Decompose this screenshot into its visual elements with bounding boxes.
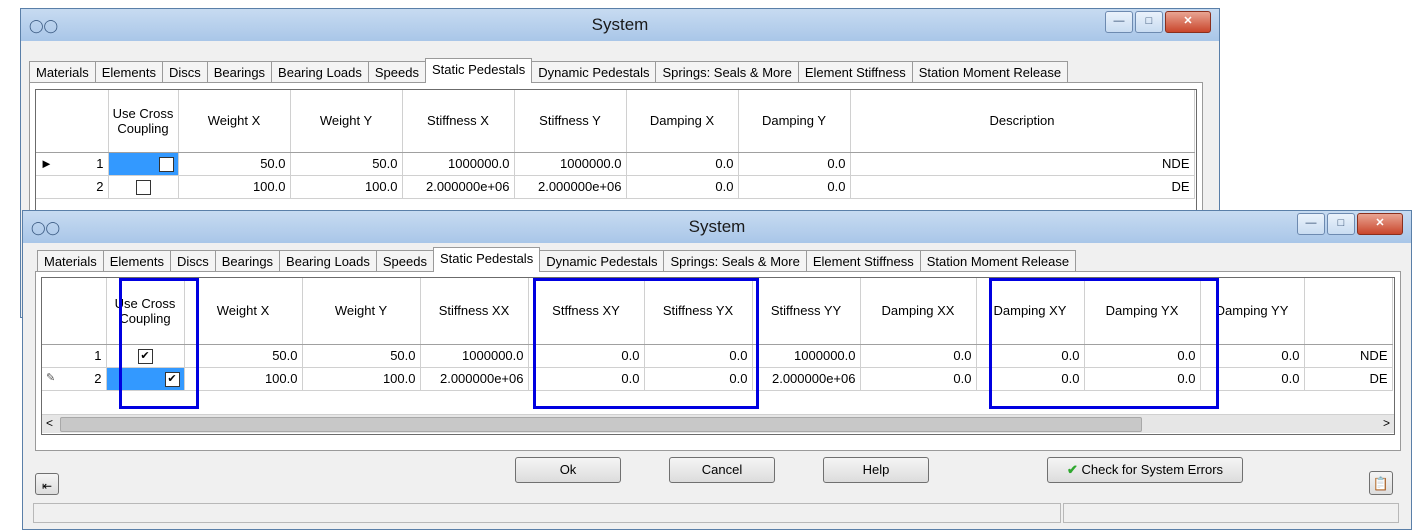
damping-y-cell[interactable]: 0.0: [738, 152, 851, 176]
col-header-damping-xx[interactable]: Damping XX: [860, 278, 977, 345]
clipboard-icon: 📋: [1372, 476, 1390, 491]
damping-y-cell[interactable]: 0.0: [738, 175, 851, 199]
stiffness-yy-cell[interactable]: 2.000000e+06: [752, 367, 861, 391]
weight-x-cell[interactable]: 100.0: [184, 367, 303, 391]
weight-x-cell[interactable]: 100.0: [178, 175, 291, 199]
minimize-button[interactable]: —: [1297, 213, 1325, 235]
col-header-row: [36, 90, 109, 153]
stiffness-yy-cell[interactable]: 1000000.0: [752, 344, 861, 368]
damping-x-cell[interactable]: 0.0: [626, 175, 739, 199]
weight-y-cell[interactable]: 100.0: [302, 367, 421, 391]
description-cell[interactable]: DE: [850, 175, 1195, 199]
close-button[interactable]: ✕: [1165, 11, 1211, 33]
col-header-weight-x[interactable]: Weight X: [184, 278, 303, 345]
weight-x-cell[interactable]: 50.0: [184, 344, 303, 368]
weight-y-cell[interactable]: 100.0: [290, 175, 403, 199]
scroll-left-arrow-icon[interactable]: <: [46, 416, 53, 430]
help-button[interactable]: Help: [823, 457, 929, 483]
checkmark-icon: ✔: [1066, 462, 1078, 477]
damping-x-cell[interactable]: 0.0: [626, 152, 739, 176]
col-header-weight-y[interactable]: Weight Y: [302, 278, 421, 345]
col-header-stiffness-xx[interactable]: Stiffness XX: [420, 278, 529, 345]
row-header[interactable]: 1: [42, 344, 107, 368]
description-cell[interactable]: DE: [1304, 367, 1393, 391]
front-title-bar[interactable]: ◯◯ System — □ ✕: [23, 211, 1411, 243]
horizontal-scrollbar[interactable]: < >: [42, 414, 1394, 433]
col-header-stiffness-x[interactable]: Stiffness X: [402, 90, 515, 153]
back-window-title: System: [591, 15, 649, 34]
col-header-damping-y[interactable]: Damping Y: [738, 90, 851, 153]
col-header-stiffness-yy[interactable]: Stiffness YY: [752, 278, 861, 345]
back-grid-table: Use Cross Coupling Weight X Weight Y Sti…: [36, 90, 1195, 199]
row-header[interactable]: ✎ 2: [42, 367, 107, 391]
col-header-row: [42, 278, 107, 345]
tab-static-pedestals[interactable]: Static Pedestals: [424, 58, 533, 83]
col-header-description[interactable]: Description: [850, 90, 1195, 153]
weight-y-cell[interactable]: 50.0: [302, 344, 421, 368]
col-header-weight-x[interactable]: Weight X: [178, 90, 291, 153]
damping-xx-cell[interactable]: 0.0: [860, 344, 977, 368]
highlight-box-cross-coupling: [119, 278, 199, 409]
stiffness-x-cell[interactable]: 2.000000e+06: [402, 175, 515, 199]
stiffness-y-cell[interactable]: 1000000.0: [514, 152, 627, 176]
back-title-bar[interactable]: ◯◯ System — □ ✕: [21, 9, 1219, 41]
row-header[interactable]: ► 1: [36, 152, 109, 176]
row-header[interactable]: 2: [36, 175, 109, 199]
ok-button[interactable]: Ok: [515, 457, 621, 483]
table-row[interactable]: ► 1 50.0 50.0 1000000.0 1000000.0 0.0 0.0…: [36, 152, 1195, 176]
pin-icon: ⇤: [41, 479, 53, 493]
weight-y-cell[interactable]: 50.0: [290, 152, 403, 176]
description-cell[interactable]: NDE: [1304, 344, 1393, 368]
scroll-right-arrow-icon[interactable]: >: [1383, 416, 1390, 430]
stiffness-y-cell[interactable]: 2.000000e+06: [514, 175, 627, 199]
col-header-damping-x[interactable]: Damping X: [626, 90, 739, 153]
front-window-title: System: [688, 217, 746, 236]
cross-coupling-checkbox[interactable]: [158, 156, 174, 172]
highlight-box-damping-cross: [989, 278, 1219, 409]
stiffness-x-cell[interactable]: 1000000.0: [402, 152, 515, 176]
maximize-button[interactable]: □: [1327, 213, 1355, 235]
close-button[interactable]: ✕: [1357, 213, 1403, 235]
col-header-description[interactable]: [1304, 278, 1393, 345]
clipboard-button[interactable]: 📋: [1369, 471, 1393, 495]
table-row[interactable]: 2 100.0 100.0 2.000000e+06 2.000000e+06 …: [36, 175, 1195, 199]
status-bar-left: [33, 503, 1061, 523]
pin-button[interactable]: ⇤: [35, 473, 59, 495]
col-header-stiffness-y[interactable]: Stiffness Y: [514, 90, 627, 153]
front-system-window: ◯◯ System — □ ✕ Materials Elements Discs…: [22, 210, 1412, 530]
weight-x-cell[interactable]: 50.0: [178, 152, 291, 176]
cross-coupling-checkbox[interactable]: [135, 179, 151, 195]
status-bar-right: [1063, 503, 1399, 523]
col-header-weight-y[interactable]: Weight Y: [290, 90, 403, 153]
stiffness-xx-cell[interactable]: 1000000.0: [420, 344, 529, 368]
description-cell[interactable]: NDE: [850, 152, 1195, 176]
scrollbar-thumb[interactable]: [60, 417, 1142, 432]
stiffness-xx-cell[interactable]: 2.000000e+06: [420, 367, 529, 391]
col-header-cross-coupling[interactable]: Use Cross Coupling: [108, 90, 179, 153]
maximize-button[interactable]: □: [1135, 11, 1163, 33]
cross-coupling-cell[interactable]: [108, 175, 179, 199]
damping-xx-cell[interactable]: 0.0: [860, 367, 977, 391]
check-system-errors-button[interactable]: ✔ Check for System Errors: [1047, 457, 1243, 483]
cancel-button[interactable]: Cancel: [669, 457, 775, 483]
cross-coupling-cell[interactable]: [108, 152, 179, 176]
minimize-button[interactable]: —: [1105, 11, 1133, 33]
highlight-box-stiffness-cross: [533, 278, 759, 409]
edit-pencil-icon: ✎: [46, 372, 56, 384]
current-row-arrow-icon: ►: [40, 156, 53, 171]
tab-static-pedestals[interactable]: Static Pedestals: [432, 247, 541, 272]
